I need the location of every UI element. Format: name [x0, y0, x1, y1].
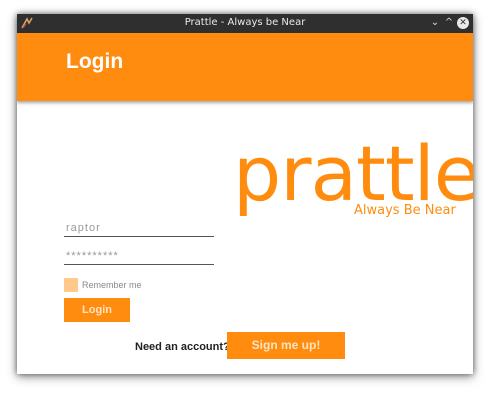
remember-me-label: Remember me: [82, 280, 142, 290]
app-window: Prattle - Always be Near ⌄ ^ ✕ Login pra…: [17, 14, 473, 374]
minimize-button[interactable]: ⌄: [428, 16, 442, 30]
login-header: Login: [17, 33, 473, 101]
remember-me-checkbox[interactable]: [64, 278, 78, 292]
username-field[interactable]: [64, 219, 214, 237]
maximize-button[interactable]: ^: [442, 16, 456, 30]
login-button[interactable]: Login: [64, 298, 130, 322]
window-titlebar[interactable]: Prattle - Always be Near ⌄ ^ ✕: [17, 14, 473, 33]
need-account-text: Need an account?: [135, 341, 230, 353]
password-field[interactable]: [64, 247, 214, 265]
close-button[interactable]: ✕: [457, 17, 469, 29]
brand-logo-text: prattle: [233, 129, 473, 218]
window-title: Prattle - Always be Near: [184, 17, 306, 28]
sign-up-button[interactable]: Sign me up!: [227, 332, 345, 359]
brand-tagline: Always Be Near: [354, 203, 456, 218]
page-title: Login: [66, 50, 124, 73]
